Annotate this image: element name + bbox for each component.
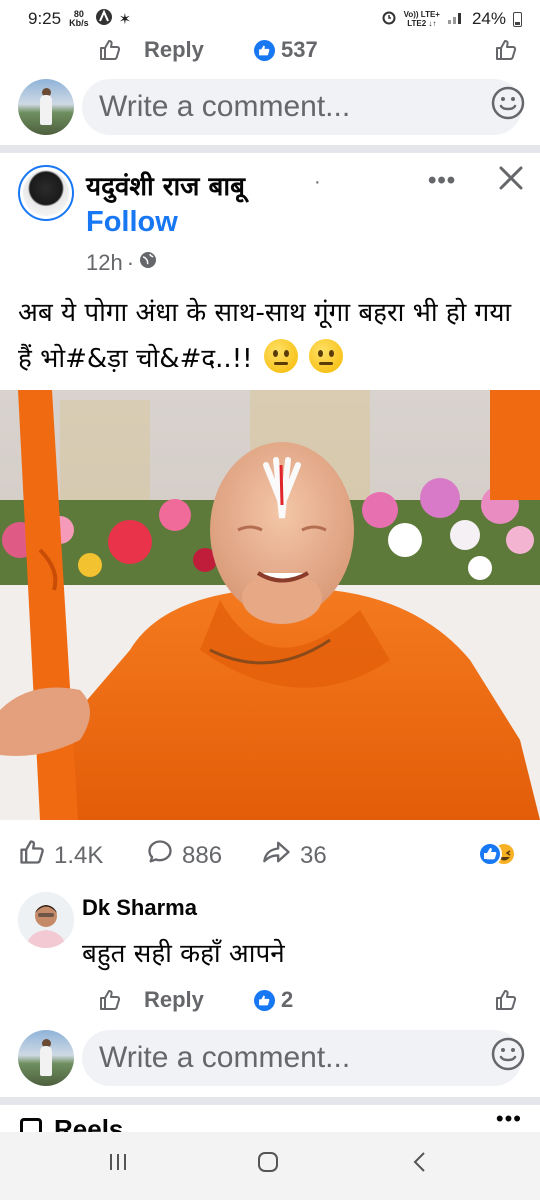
post-photo[interactable] xyxy=(0,390,540,820)
post-stats: 1.4K 886 36 xyxy=(0,830,540,876)
like-icon xyxy=(18,838,46,873)
post-time-text: 12h xyxy=(86,250,123,275)
reels-title[interactable]: Reels xyxy=(54,1114,123,1132)
comment: Dk Sharma बहुत सही कहाँ आपने xyxy=(0,888,540,978)
reaction-count[interactable]: 2 xyxy=(281,987,293,1013)
battery-icon xyxy=(513,11,522,27)
share-count: 36 xyxy=(300,841,327,869)
like-count: 1.4K xyxy=(54,841,104,869)
neutral-face-emoji-icon xyxy=(263,339,298,373)
data-rate: 80 Kb/s xyxy=(69,10,89,28)
like-icon[interactable] xyxy=(98,988,122,1017)
comment-input[interactable]: Write a comment... xyxy=(82,1030,522,1086)
notification-star-icon: ✶ xyxy=(118,11,132,28)
emoji-icon[interactable] xyxy=(490,1036,526,1077)
comment-action[interactable]: 886 xyxy=(146,838,222,873)
alarm-icon xyxy=(381,9,397,30)
comment-input[interactable]: Write a comment... xyxy=(82,79,522,135)
like-action[interactable]: 1.4K xyxy=(18,838,103,873)
comment-icon xyxy=(146,838,174,873)
separator-dot: · xyxy=(314,171,321,193)
avatar[interactable] xyxy=(18,79,74,135)
comment-count: 886 xyxy=(182,841,223,869)
globe-icon xyxy=(138,250,158,276)
more-options-icon[interactable]: ••• xyxy=(428,167,456,195)
post-photo-illustration xyxy=(0,390,540,820)
comment-input-placeholder: Write a comment... xyxy=(99,90,351,123)
comment-input-placeholder: Write a comment... xyxy=(99,1041,351,1074)
reaction-summary[interactable] xyxy=(468,842,520,866)
emoji-icon[interactable] xyxy=(490,85,526,126)
like-icon[interactable] xyxy=(98,38,122,67)
data-rate-unit: Kb/s xyxy=(69,18,89,28)
like-reaction-icon xyxy=(254,40,275,61)
avatar[interactable] xyxy=(18,892,74,948)
network-type: Vo)) LTE+ LTE2 ↓↑ xyxy=(404,10,440,28)
more-options-icon[interactable]: ••• xyxy=(496,1110,522,1132)
like-icon[interactable] xyxy=(494,988,518,1017)
comment-actions: Reply 2 xyxy=(0,980,540,1020)
post-text: अब ये पोगा अंधा के साथ-साथ गूंगा बहरा भी… xyxy=(18,290,528,382)
reply-button[interactable]: Reply xyxy=(144,37,204,63)
network-top: Vo)) LTE+ xyxy=(403,10,440,19)
back-icon[interactable] xyxy=(408,1150,432,1179)
post-header: यदुवंशी राज बाबू · Follow 12h · ••• xyxy=(0,157,540,282)
follow-button[interactable]: Follow xyxy=(86,206,178,239)
system-navigation-bar xyxy=(0,1132,540,1200)
network-bottom: LTE2 ↓↑ xyxy=(407,19,437,28)
like-reaction-icon xyxy=(254,990,275,1011)
avatar[interactable] xyxy=(18,1030,74,1086)
section-divider xyxy=(0,145,540,153)
home-icon[interactable] xyxy=(256,1150,280,1179)
close-icon[interactable] xyxy=(496,163,526,198)
accessibility-icon xyxy=(95,8,113,30)
reply-button[interactable]: Reply xyxy=(144,987,204,1013)
comment-author[interactable]: Dk Sharma xyxy=(82,895,197,921)
signal-icon xyxy=(447,9,465,30)
share-action[interactable]: 36 xyxy=(262,838,327,873)
reels-section-header: Reels ••• xyxy=(0,1110,540,1132)
reels-icon xyxy=(20,1118,42,1132)
avatar[interactable] xyxy=(18,165,74,221)
post-author[interactable]: यदुवंशी राज बाबू xyxy=(86,167,245,203)
recent-apps-icon[interactable] xyxy=(106,1150,130,1179)
section-divider xyxy=(0,1097,540,1105)
share-icon xyxy=(262,838,292,873)
post-timestamp[interactable]: 12h · xyxy=(86,250,158,276)
comment-composer: Write a comment... xyxy=(0,72,540,142)
like-icon[interactable] xyxy=(494,38,518,67)
previous-comment-actions: Reply 537 xyxy=(0,30,540,70)
separator-dot: · xyxy=(126,250,135,275)
comment-composer: Write a comment... xyxy=(0,1023,540,1093)
status-time: 9:25 xyxy=(28,9,62,28)
reaction-count[interactable]: 537 xyxy=(281,37,318,63)
battery-percent: 24% xyxy=(471,9,506,28)
comment-text: बहुत सही कहाँ आपने xyxy=(82,939,285,969)
neutral-face-emoji-icon xyxy=(309,339,344,373)
